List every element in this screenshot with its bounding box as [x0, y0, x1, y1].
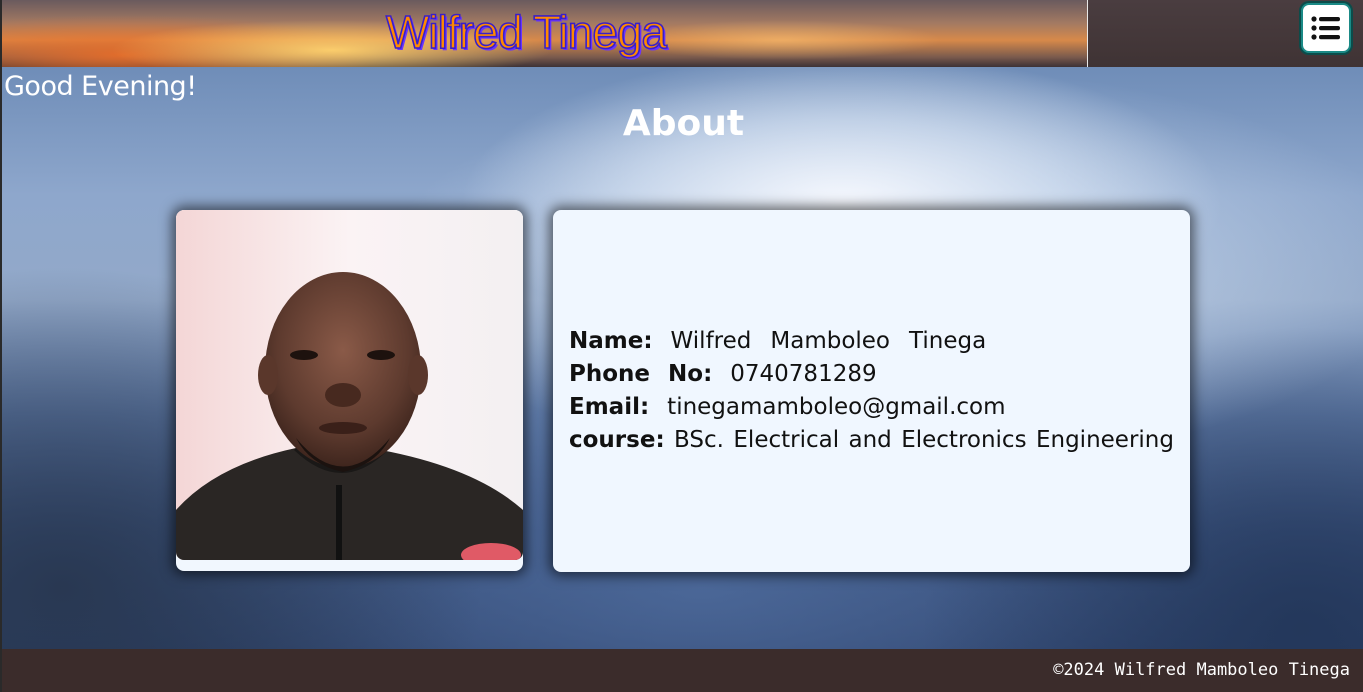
- name-word: Tinega: [909, 328, 987, 354]
- name-word: Wilfred: [670, 328, 752, 354]
- course-word: BSc.: [674, 427, 724, 453]
- phone-label: Phone: [569, 361, 651, 387]
- page: Wilfred Tinega Good Evening! About Name:…: [0, 0, 1363, 692]
- copyright-text: ©2024 Wilfred Mamboleo Tinega: [1053, 660, 1350, 680]
- site-title[interactable]: Wilfred Tinega: [385, 4, 668, 60]
- profile-details-card: Name: Wilfred Mamboleo Tinega Phone No: …: [553, 210, 1190, 572]
- course-row: course: BSc. Electrical and Electronics …: [569, 424, 1174, 457]
- course-word: Electronics: [901, 427, 1027, 453]
- list-icon: [1311, 16, 1340, 40]
- phone-row: Phone No: 0740781289: [569, 358, 1174, 391]
- about-section: Good Evening! About Name: Wilfred Mambol…: [0, 67, 1363, 649]
- name-word: Mamboleo: [770, 328, 891, 354]
- phone-label: No:: [668, 361, 713, 387]
- profile-photo-card: [176, 210, 523, 571]
- phone-value[interactable]: 0740781289: [730, 358, 876, 391]
- section-title: About: [622, 103, 745, 144]
- menu-button[interactable]: [1301, 3, 1351, 53]
- course-word: Electrical: [733, 427, 840, 453]
- email-label: Email:: [569, 394, 650, 420]
- name-label: Name:: [569, 328, 653, 354]
- site-footer: ©2024 Wilfred Mamboleo Tinega: [0, 649, 1363, 692]
- course-label: course:: [569, 427, 665, 453]
- greeting-text: Good Evening!: [4, 71, 197, 102]
- portrait-illustration: [176, 210, 523, 560]
- profile-photo: [176, 210, 523, 560]
- email-value[interactable]: tinegamamboleo@gmail.com: [667, 391, 1005, 424]
- course-word: and: [848, 427, 892, 453]
- email-row: Email: tinegamamboleo@gmail.com: [569, 391, 1174, 424]
- course-word: Engineering: [1035, 427, 1174, 453]
- name-row: Name: Wilfred Mamboleo Tinega: [569, 325, 1174, 358]
